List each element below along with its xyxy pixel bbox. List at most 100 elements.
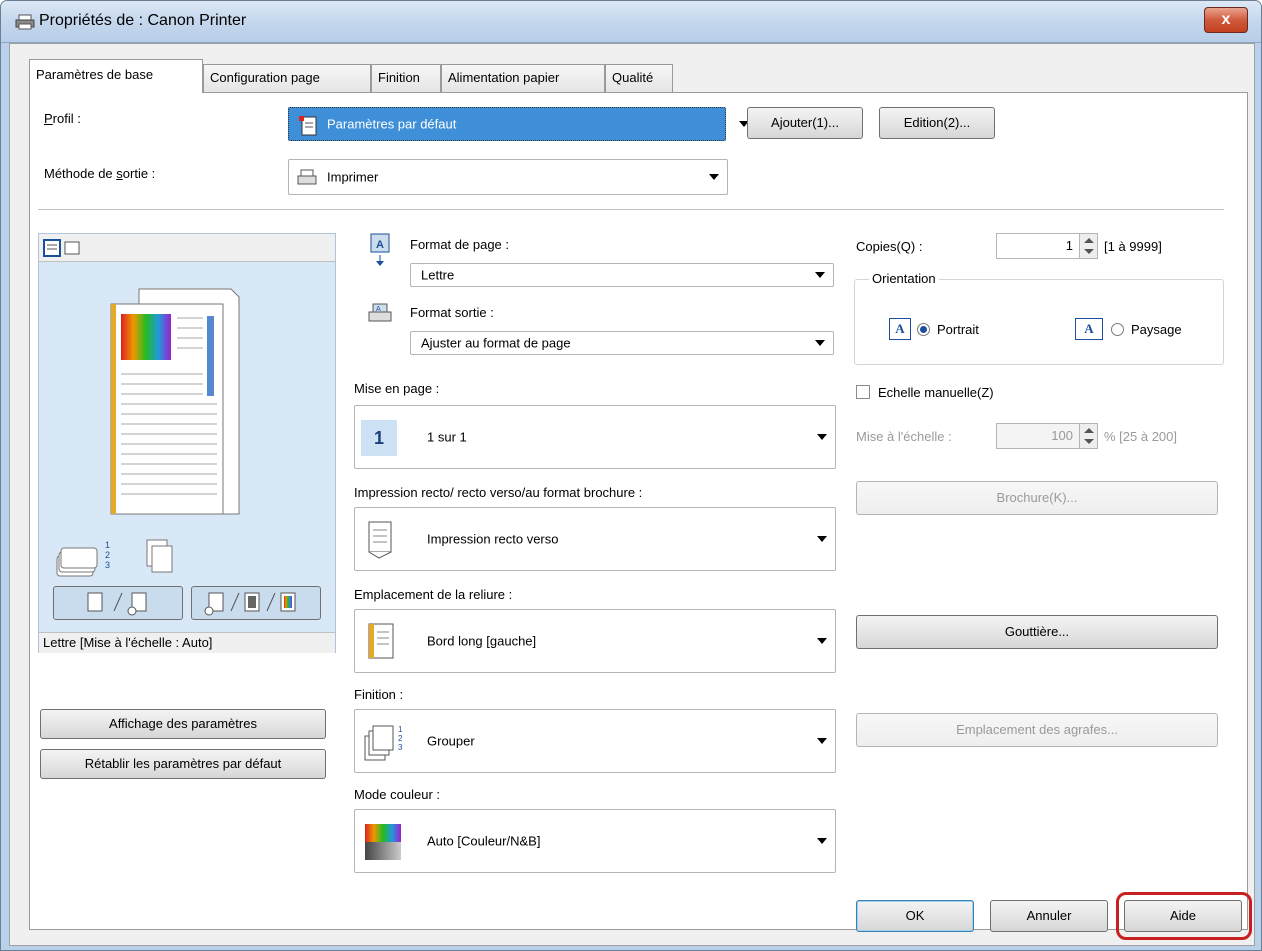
chevron-down-icon[interactable] (815, 272, 825, 278)
finishing-label: Finition : (354, 687, 404, 702)
output-size-select[interactable]: Ajuster au format de page (410, 331, 834, 355)
layout-label: Mise en page : (354, 381, 440, 396)
orientation-label: Orientation (869, 271, 939, 286)
color-mode-icon (365, 824, 401, 860)
scaling-range: % [25 à 200] (1104, 429, 1177, 444)
tab-basic-settings[interactable]: Paramètres de base (29, 59, 203, 93)
chevron-down-icon[interactable] (817, 536, 827, 542)
window-title: Propriétés de : Canon Printer (39, 12, 247, 29)
output-method-value: Imprimer (327, 169, 379, 185)
chevron-down-icon[interactable] (709, 174, 719, 180)
svg-text:2: 2 (105, 550, 110, 560)
spin-arrows-icon[interactable] (1079, 424, 1097, 448)
landscape-radio[interactable] (1111, 323, 1124, 336)
settings-view-button[interactable]: Affichage des paramètres (40, 709, 326, 739)
output-method-label: Méthode de sortie : (44, 166, 156, 181)
printer-properties-window: Propriétés de : Canon Printer x Paramètr… (0, 0, 1262, 951)
collate-icon: 123 (364, 725, 403, 761)
output-size-icon: A (368, 303, 392, 322)
landscape-label: Paysage (1131, 322, 1182, 337)
printer-icon (297, 169, 317, 185)
landscape-icon: A (1075, 318, 1103, 340)
page-preview-icon (110, 288, 240, 515)
print-style-select[interactable]: Impression recto verso (354, 507, 836, 571)
edit-profile-button[interactable]: Edition(2)... (879, 107, 995, 139)
tab-quality[interactable]: Qualité (605, 64, 673, 92)
collate-stack-icon: 123 (56, 539, 173, 577)
layout-icon: 1 (361, 420, 397, 456)
scaling-stepper[interactable]: 100 (996, 423, 1098, 449)
chevron-down-icon[interactable] (817, 434, 827, 440)
finishing-value: Grouper (427, 733, 475, 749)
portrait-label: Portrait (937, 322, 979, 337)
page-size-select[interactable]: Lettre (410, 263, 834, 287)
manual-scale-label: Echelle manuelle(Z) (878, 385, 994, 400)
duplex-view-button[interactable] (53, 586, 183, 620)
copies-stepper[interactable]: 1 (996, 233, 1098, 259)
svg-text:1: 1 (398, 725, 403, 734)
svg-text:3: 3 (398, 743, 403, 752)
divider (38, 209, 1224, 210)
help-button[interactable]: Aide (1124, 900, 1242, 932)
chevron-down-icon[interactable] (817, 838, 827, 844)
svg-text:3: 3 (105, 560, 110, 570)
scaling-label: Mise à l'échelle : (856, 429, 952, 444)
tab-finishing[interactable]: Finition (371, 64, 441, 92)
tab-page-setup[interactable]: Configuration page (203, 64, 371, 92)
color-mode-value: Auto [Couleur/N&B] (427, 833, 541, 849)
booklet-button[interactable]: Brochure(K)... (856, 481, 1218, 515)
chevron-down-icon[interactable] (815, 340, 825, 346)
spin-arrows-icon[interactable] (1079, 234, 1097, 258)
orientation-group: Orientation A Portrait A Paysage (854, 271, 1224, 365)
print-style-label: Impression recto/ recto verso/au format … (354, 485, 643, 500)
page-size-icon: A (370, 233, 390, 266)
ok-button[interactable]: OK (856, 900, 974, 932)
layout-value: 1 sur 1 (427, 429, 467, 445)
profile-label: Profil : (44, 111, 81, 126)
view-mode-icons[interactable] (43, 239, 83, 257)
copies-range: [1 à 9999] (1104, 239, 1162, 254)
profile-value: Paramètres par défaut (327, 116, 457, 132)
title-bar[interactable]: Propriétés de : Canon Printer x (1, 1, 1261, 43)
portrait-radio[interactable] (917, 323, 930, 336)
printer-icon (15, 14, 35, 30)
duplex-icon (87, 592, 147, 616)
color-mode-label: Mode couleur : (354, 787, 440, 802)
binding-label: Emplacement de la reliure : (354, 587, 513, 602)
preview-area: 123 Lettre [Mise à l'échelle: Auto] (38, 233, 336, 653)
binding-icon (368, 623, 394, 659)
cancel-button[interactable]: Annuler (990, 900, 1108, 932)
manual-scale-checkbox[interactable] (856, 385, 870, 399)
chevron-down-icon[interactable] (817, 738, 827, 744)
page-size-label: Format de page : (410, 237, 509, 252)
copies-label: Copies(Q) : (856, 239, 923, 254)
color-mode-select[interactable]: Auto [Couleur/N&B] (354, 809, 836, 873)
restore-defaults-button[interactable]: Rétablir les paramètres par défaut (40, 749, 326, 779)
profile-icon (299, 116, 317, 136)
color-view-button[interactable] (191, 586, 321, 620)
color-mode-icons (204, 592, 296, 616)
binding-value: Bord long [gauche] (427, 633, 537, 649)
svg-text:A: A (376, 239, 384, 251)
basic-settings-panel: Profil : Paramètres par défaut Ajouter(1… (29, 92, 1248, 930)
gutter-button[interactable]: Gouttière... (856, 615, 1218, 649)
tab-paper-source[interactable]: Alimentation papier (441, 64, 605, 92)
print-style-value: Impression recto verso (427, 531, 559, 547)
svg-text:1: 1 (105, 540, 110, 550)
staple-location-button[interactable]: Emplacement des agrafes... (856, 713, 1218, 747)
binding-select[interactable]: Bord long [gauche] (354, 609, 836, 673)
profile-select[interactable]: Paramètres par défaut (288, 107, 749, 141)
preview-status: Lettre [Mise à l'échelle : Auto] (39, 632, 335, 653)
svg-text:2: 2 (398, 734, 403, 743)
finishing-select[interactable]: 123 Grouper (354, 709, 836, 773)
add-profile-button[interactable]: Ajouter(1)... (747, 107, 863, 139)
layout-select[interactable]: 1 1 sur 1 (354, 405, 836, 469)
preview-toolbar (39, 234, 335, 262)
close-button[interactable]: x (1204, 7, 1248, 33)
scaling-value: 100 (1051, 428, 1073, 443)
duplex-print-icon (368, 521, 392, 559)
copies-value: 1 (1065, 238, 1073, 253)
page-size-value: Lettre (421, 267, 455, 283)
output-method-select[interactable]: Imprimer (288, 159, 728, 195)
chevron-down-icon[interactable] (817, 638, 827, 644)
